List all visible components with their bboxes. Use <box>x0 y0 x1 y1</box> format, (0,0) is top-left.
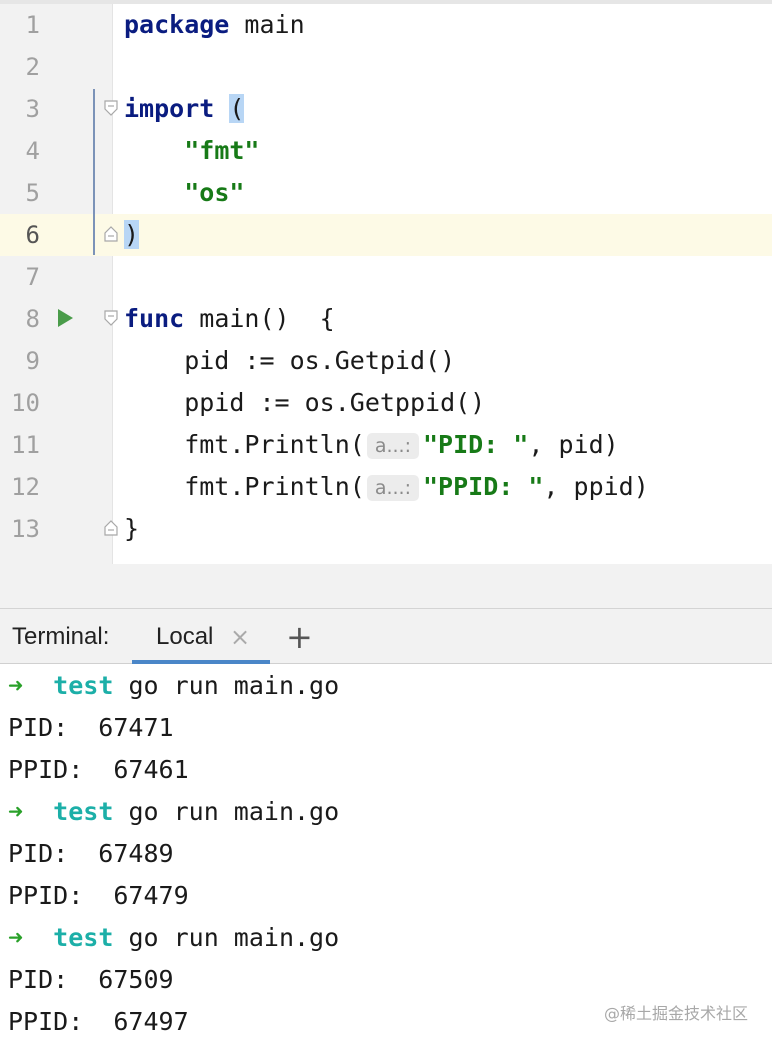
code-token: pid := os.Getpid() <box>124 346 456 375</box>
fold-collapse-icon[interactable] <box>104 310 118 326</box>
terminal-output[interactable]: ➜ test go run main.go PID: 67471 PPID: 674… <box>0 664 772 1044</box>
code-line[interactable]: 1 package main <box>0 4 772 46</box>
code-line[interactable]: 12 fmt.Println(a...: "PPID: ", ppid) <box>0 466 772 508</box>
parameter-hint: a...: <box>366 475 419 501</box>
line-number: 8 <box>25 305 40 333</box>
import-scope-indicator <box>93 89 95 255</box>
code-text[interactable]: import ( <box>124 94 245 123</box>
line-number: 4 <box>25 137 40 165</box>
code-line[interactable]: 3 import ( <box>0 88 772 130</box>
line-number: 6 <box>25 221 40 249</box>
code-text[interactable]: func main() { <box>124 305 335 333</box>
line-number: 1 <box>25 11 40 39</box>
terminal-prompt-line: ➜ test go run main.go <box>8 796 339 828</box>
terminal-output-line: PID: 67471 <box>8 713 174 742</box>
code-line[interactable]: 6) <box>0 214 772 256</box>
code-token: fmt.Println( <box>124 430 365 459</box>
code-token: main <box>229 10 305 39</box>
string-token: "PID: " <box>423 430 529 459</box>
code-token: } <box>124 514 140 543</box>
code-line[interactable]: 2 <box>0 46 772 88</box>
terminal-prompt-line: ➜ test go run main.go <box>8 670 339 702</box>
code-line[interactable]: 7 <box>0 256 772 298</box>
code-token: main() { <box>184 304 335 333</box>
prompt-arrow-icon: ➜ <box>8 797 24 826</box>
code-text[interactable]: } <box>124 515 139 543</box>
code-line[interactable]: 13} <box>0 508 772 550</box>
prompt-arrow-icon: ➜ <box>8 671 24 700</box>
code-text[interactable]: fmt.Println(a...: "PID: ", pid) <box>124 431 619 459</box>
code-text[interactable]: ppid := os.Getppid() <box>124 389 485 417</box>
code-token: ppid := os.Getppid() <box>124 388 486 417</box>
line-number: 12 <box>11 473 40 501</box>
prompt-command: go run main.go <box>113 671 340 700</box>
code-token: ( <box>229 94 245 123</box>
code-text[interactable]: fmt.Println(a...: "PPID: ", ppid) <box>124 473 649 501</box>
code-token: fmt.Println( <box>124 472 365 501</box>
prompt-command: go run main.go <box>113 797 340 826</box>
code-line[interactable]: 9 pid := os.Getpid() <box>0 340 772 382</box>
terminal-output-line: PID: 67489 <box>8 839 174 868</box>
terminal-title: Terminal: <box>12 623 110 650</box>
terminal-output-line: PPID: 67479 <box>8 881 189 910</box>
tab-local-label: Local <box>156 623 214 650</box>
parameter-hint: a...: <box>366 433 419 459</box>
code-editor[interactable]: 1 package main 2 3 import (4 "fmt" 5 "os" 6) 7 8… <box>0 0 772 564</box>
string-token: "fmt" <box>184 136 260 165</box>
tab-local[interactable]: Local × <box>132 609 270 664</box>
line-number: 7 <box>25 263 40 291</box>
watermark: @稀土掘金技术社区 <box>603 1004 748 1023</box>
editor-status-strip <box>0 564 772 609</box>
close-icon[interactable]: × <box>230 623 250 651</box>
keyword-token: import <box>124 94 215 123</box>
keyword-token: package <box>124 10 230 39</box>
code-text[interactable]: "os" <box>124 179 244 207</box>
code-token: ) <box>124 220 140 249</box>
code-line[interactable]: 5 "os" <box>0 172 772 214</box>
code-token: , pid) <box>528 430 619 459</box>
run-icon[interactable] <box>58 309 73 327</box>
string-token: "PPID: " <box>423 472 544 501</box>
line-number: 2 <box>25 53 40 81</box>
code-text[interactable]: package main <box>124 11 305 39</box>
line-number: 9 <box>25 347 40 375</box>
line-number: 13 <box>11 515 40 543</box>
prompt-arrow-icon: ➜ <box>8 923 24 952</box>
prompt-command: go run main.go <box>113 923 340 952</box>
line-number: 5 <box>25 179 40 207</box>
terminal-tab-bar: Terminal: Local × + <box>0 609 772 664</box>
terminal-output-line: PID: 67509 <box>8 965 174 994</box>
code-text[interactable]: "fmt" <box>124 137 259 165</box>
code-token: , ppid) <box>543 472 649 501</box>
fold-end-icon[interactable] <box>104 520 118 536</box>
code-line[interactable]: 11 fmt.Println(a...: "PID: ", pid) <box>0 424 772 466</box>
add-tab-icon[interactable]: + <box>286 618 313 656</box>
keyword-token: func <box>124 304 185 333</box>
code-line[interactable]: 10 ppid := os.Getppid() <box>0 382 772 424</box>
fold-collapse-icon[interactable] <box>104 100 118 116</box>
prompt-directory: test <box>53 671 114 700</box>
code-text[interactable]: ) <box>124 220 140 249</box>
fold-end-icon[interactable] <box>104 226 118 242</box>
terminal-output-line: PPID: 67497 <box>8 1007 189 1036</box>
string-token: "os" <box>184 178 245 207</box>
terminal-prompt-line: ➜ test go run main.go <box>8 922 339 954</box>
terminal-output-line: PPID: 67461 <box>8 755 189 784</box>
prompt-directory: test <box>53 797 114 826</box>
line-number: 10 <box>11 389 40 417</box>
line-number: 3 <box>25 95 40 123</box>
code-line[interactable]: 4 "fmt" <box>0 130 772 172</box>
code-line[interactable]: 8 func main() { <box>0 298 772 340</box>
code-text[interactable]: pid := os.Getpid() <box>124 347 455 375</box>
prompt-directory: test <box>53 923 114 952</box>
line-number: 11 <box>11 431 40 459</box>
